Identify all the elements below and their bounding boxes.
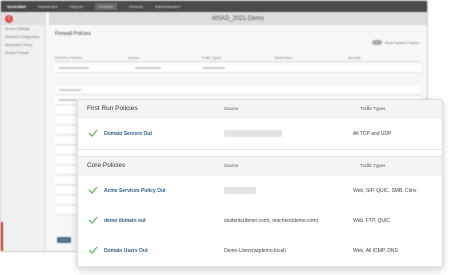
sidebar-item-network-configuration[interactable]: Network Configuration: [1, 33, 45, 41]
section-title: First Run Policies: [87, 105, 138, 112]
policy-source: Demo-Users(wgdemo.local): [224, 248, 286, 254]
toggle-label: Show System Policies: [384, 40, 419, 45]
system-policies-toggle-row: Show System Policies: [371, 40, 419, 45]
policy-row[interactable]: Domain Users Out Demo-Users(wgdemo.local…: [78, 236, 442, 267]
sidebar: ! Device Settings Network Configuration …: [1, 12, 46, 251]
alert-badge-icon: !: [5, 14, 13, 23]
nav-dashboard[interactable]: Dashboard: [38, 4, 58, 9]
policy-row[interactable]: demo domain out students(demo.com), teac…: [78, 206, 442, 237]
nav-devices[interactable]: Devices: [129, 4, 143, 9]
checkmark-icon: [88, 186, 98, 194]
source-redacted: [224, 187, 256, 194]
background-action-button[interactable]: [57, 237, 71, 243]
grid-col-security: Security: [347, 56, 361, 60]
traffic-types: Web, FTP, QUIC: [353, 218, 391, 224]
section-title: Core Policies: [87, 162, 126, 169]
policy-name-link[interactable]: demo domain out: [104, 218, 146, 224]
sidebar-item-device-settings[interactable]: Device Settings: [1, 25, 45, 33]
policy-name-link[interactable]: Domain Users Out: [104, 248, 148, 254]
selection-indicator: [1, 222, 3, 251]
top-navigation-bar: SonicWall Dashboard Objects Policies Dev…: [1, 1, 427, 12]
grid-col-first-run: First Run Policies: [55, 56, 83, 60]
traffic-types: Web, All ICMP, DNS: [353, 248, 398, 254]
nav-administration[interactable]: Administration: [155, 4, 180, 9]
device-title: MSAD_2021-Demo: [211, 15, 265, 22]
system-policies-toggle[interactable]: [371, 40, 382, 45]
nav-policies[interactable]: Policies: [95, 3, 117, 10]
checkmark-icon: [88, 216, 98, 224]
policy-source: students(demo.com), teachers(demo.com): [224, 218, 319, 224]
policy-name-link[interactable]: Domain Servers Out: [104, 131, 152, 137]
policy-name-link[interactable]: Acme Services Policy Out: [104, 188, 166, 194]
traffic-types: All TCP and UDP: [353, 131, 392, 137]
panel-title: Firewall Policies: [55, 31, 91, 37]
traffic-types: Web, SIP, QUIC, SMB, Citrix: [353, 188, 417, 194]
column-header-traffic-types: Traffic Types: [360, 106, 386, 111]
source-redacted: [224, 130, 282, 137]
sidebar-header: !: [1, 12, 45, 25]
checkmark-icon: [88, 129, 98, 137]
policies-card: First Run Policies Source Traffic Types …: [77, 99, 443, 268]
grid-col-source: Source: [128, 56, 140, 60]
policy-row[interactable]: Acme Services Policy Out Web, SIP, QUIC,…: [78, 176, 442, 207]
app-logo: SonicWall: [7, 4, 26, 9]
grid-row[interactable]: [55, 64, 421, 73]
column-header-source: Source: [224, 163, 239, 168]
grid-col-traffic: Traffic Types: [201, 56, 222, 60]
section-header-first-run: First Run Policies Source Traffic Types: [78, 100, 442, 120]
policy-row[interactable]: Domain Servers Out All TCP and UDP: [78, 119, 442, 150]
device-titlebar: MSAD_2021-Demo: [49, 12, 427, 25]
sidebar-item-device-firewall[interactable]: Device Firewall: [1, 49, 45, 57]
grid-row[interactable]: [55, 86, 421, 95]
sidebar-item-application-policy[interactable]: Application Policy: [1, 41, 45, 49]
checkmark-icon: [88, 246, 98, 254]
column-header-source: Source: [224, 106, 239, 111]
column-header-traffic-types: Traffic Types: [360, 163, 386, 168]
grid-col-destination: Destination: [274, 56, 293, 60]
grid-header: First Run Policies Source Traffic Types …: [55, 56, 421, 62]
nav-objects[interactable]: Objects: [70, 4, 84, 9]
section-header-core: Core Policies Source Traffic Types: [78, 156, 442, 177]
